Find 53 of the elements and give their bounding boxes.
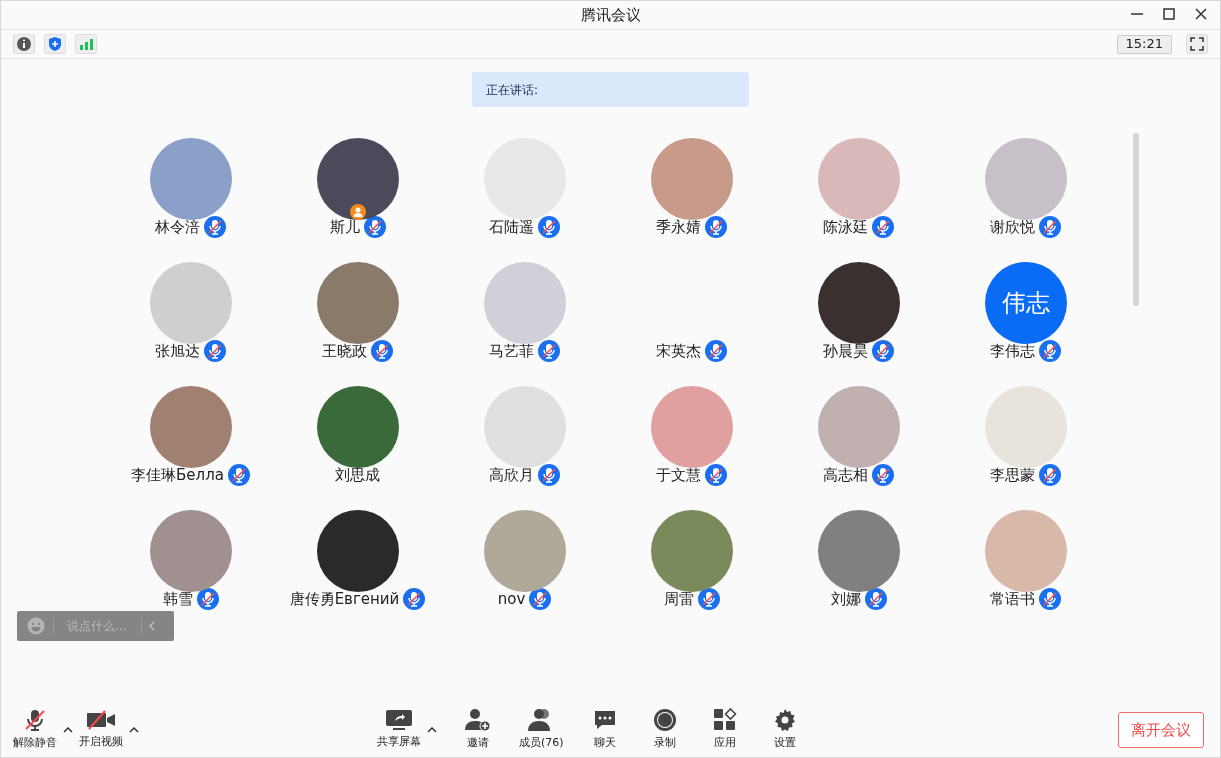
toolbar-button[interactable]: 共享屏幕 [377,709,421,751]
caret-icon[interactable] [63,727,73,733]
leave-meeting-button[interactable]: 离开会议 [1118,712,1204,748]
participant-name: 陈泳廷 [823,216,868,238]
participant-name: 石陆遥 [489,216,534,238]
toolbar-button[interactable]: 聊天 [585,708,624,752]
participant-name: 马艺菲 [489,340,534,362]
record-icon [652,708,677,733]
participant-name: 刘娜 [830,588,861,610]
participant-name: 刘思成 [335,464,380,486]
participant-name: 韩雪 [162,588,193,610]
participant-name: 王晓政 [322,340,367,362]
info-icon[interactable] [13,34,35,54]
meeting-time: 15:21 [1116,34,1172,54]
participant-name: 于文慧 [656,464,701,486]
participant-name: 李思蒙 [990,464,1035,486]
toolbar-button[interactable]: 设置 [765,708,804,752]
close-icon[interactable] [1194,7,1208,21]
toolbar-button[interactable]: 开启视频 [79,709,123,751]
fullscreen-icon[interactable] [1186,34,1208,54]
maximize-icon[interactable] [1162,7,1176,21]
participant-name: nov [497,588,526,610]
shield-icon[interactable] [44,34,66,54]
toolbar-button[interactable]: 解除静音 [13,708,57,752]
muted-mic-icon [23,708,47,733]
participant-name: 周雷 [663,588,694,610]
toolbar-button[interactable]: 邀请 [459,708,497,752]
video-off-icon [86,709,116,732]
participant-name: 唐传勇Евгений [289,588,400,610]
window-title: 腾讯会议 [580,4,641,26]
speaking-banner: 正在讲话: [472,72,749,107]
participant-name: 林令涪 [155,216,200,238]
participant-name: 常语书 [990,588,1035,610]
participant-name: 孙晨昊 [823,340,868,362]
add-person-icon [465,708,491,733]
toolbar-button[interactable]: 成员(76) [519,708,564,752]
apps-icon [712,708,737,733]
participant-name: 李佳琳Белла [131,464,224,486]
avatar-initials: 伟志 [984,262,1067,344]
participant-name: 高志相 [823,464,868,486]
toolbar-button[interactable]: 应用 [705,708,744,752]
caret-icon[interactable] [427,727,437,733]
participant-name: 宋英杰 [656,340,701,362]
participant-name: 斯儿 [329,216,360,238]
caret-icon[interactable] [129,727,139,733]
toolbar-button[interactable]: 录制 [645,708,684,752]
scrollbar[interactable] [1133,133,1139,306]
participant-name: 高欣月 [489,464,534,486]
participant-name: 张旭达 [155,340,200,362]
participant-name: 季永婧 [656,216,701,238]
share-screen-icon [385,709,413,732]
settings-icon [772,708,797,733]
participant-name: 谢欣悦 [990,216,1035,238]
